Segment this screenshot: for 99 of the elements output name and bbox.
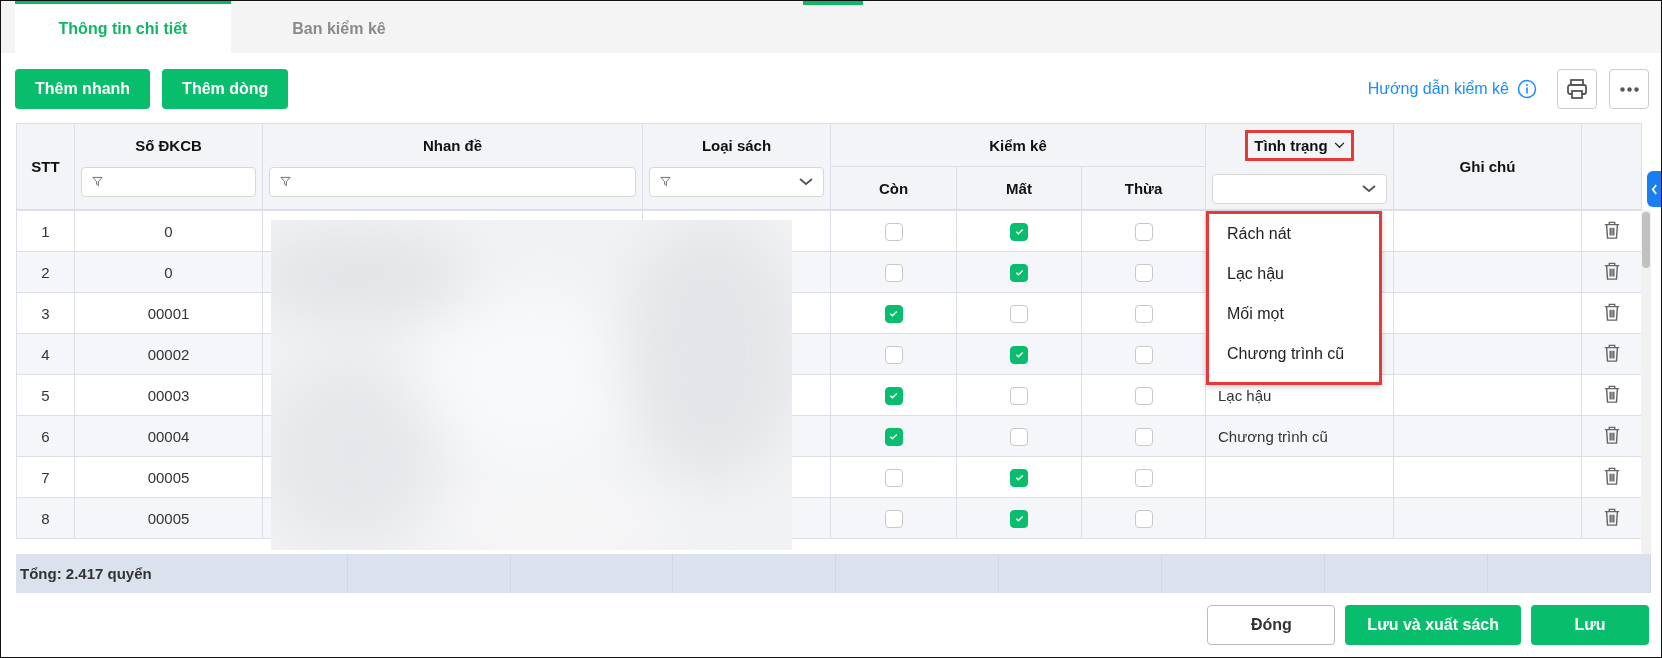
column-header: Ghi chú — [1459, 158, 1516, 175]
checkbox[interactable] — [884, 345, 903, 364]
printer-icon — [1565, 77, 1589, 101]
filter-icon — [280, 176, 291, 187]
tab[interactable]: Ban kiểm kê — [231, 1, 447, 53]
footer-button[interactable]: Lưu và xuất sách — [1345, 605, 1521, 645]
scrollbar-thumb[interactable] — [1642, 212, 1650, 268]
check-icon — [1013, 513, 1025, 524]
table-cell: 0 — [164, 222, 173, 240]
chevron-down-icon — [1333, 141, 1345, 149]
info-icon[interactable] — [1517, 79, 1537, 99]
column-header: Nhan đề — [422, 136, 483, 154]
print-button[interactable] — [1557, 69, 1597, 109]
trash-icon[interactable] — [1602, 301, 1621, 322]
table-cell: 3 — [41, 304, 50, 322]
table-cell: 00001 — [147, 304, 190, 322]
menu-item[interactable]: Lạc hậu — [1209, 258, 1379, 298]
table-cell: 00003 — [147, 386, 190, 404]
check-icon — [888, 308, 899, 319]
table-cell: 00005 — [147, 468, 190, 486]
menu-item[interactable]: Mối mọt — [1209, 298, 1379, 338]
table-cell: 5 — [41, 386, 50, 404]
collapse-tab[interactable] — [1647, 171, 1661, 207]
footer-button[interactable]: Lưu — [1531, 605, 1649, 645]
footer-button[interactable]: Đóng — [1207, 605, 1336, 645]
check-icon — [1013, 472, 1025, 483]
trash-icon[interactable] — [1602, 260, 1621, 281]
checkbox[interactable] — [1134, 345, 1153, 364]
checkbox[interactable] — [1134, 222, 1153, 241]
checkbox[interactable] — [884, 468, 903, 487]
checkbox[interactable] — [1134, 386, 1153, 405]
trash-icon[interactable] — [1602, 465, 1621, 486]
trash-icon[interactable] — [1602, 383, 1621, 404]
table-cell: 1 — [41, 222, 50, 240]
checkbox[interactable] — [1134, 509, 1153, 528]
trash-icon[interactable] — [1602, 506, 1621, 527]
chevron-down-icon — [1362, 184, 1376, 193]
checkbox[interactable] — [884, 222, 903, 241]
menu-item[interactable]: Chương trình cũ — [1209, 338, 1379, 378]
check-icon — [1013, 349, 1025, 360]
column-header: Mất — [1006, 179, 1032, 197]
chevron-left-icon — [1650, 183, 1658, 195]
filter-dropdown[interactable] — [649, 166, 824, 197]
filter-field[interactable] — [269, 166, 636, 197]
column-header: STT — [31, 158, 60, 175]
column-header-button[interactable]: Tình trạng — [1245, 129, 1354, 161]
check-icon — [888, 431, 899, 442]
checkbox[interactable] — [884, 386, 903, 405]
total-text: Tổng: 2.417 quyển — [20, 565, 152, 582]
check-icon — [1013, 226, 1025, 237]
trash-icon[interactable] — [1602, 219, 1621, 240]
checkbox[interactable] — [1134, 468, 1153, 487]
table-cell: 6 — [41, 427, 50, 445]
checkbox[interactable] — [1010, 345, 1028, 364]
trash-icon[interactable] — [1602, 342, 1621, 363]
column-header: Còn — [878, 179, 909, 197]
checkbox[interactable] — [1010, 386, 1028, 405]
checkbox[interactable] — [1134, 263, 1153, 282]
table-cell: Chương trình cũ — [1218, 427, 1328, 445]
table-cell: 4 — [41, 345, 50, 363]
column-header: Loại sách — [701, 136, 772, 154]
checkbox[interactable] — [1010, 468, 1028, 487]
help-link[interactable]: Hướng dẫn kiểm kê — [1367, 80, 1509, 98]
column-header: Kiểm kê — [989, 136, 1047, 154]
table-cell: 2 — [41, 263, 50, 281]
checkbox[interactable] — [1010, 509, 1028, 528]
check-icon — [888, 390, 899, 401]
checkbox[interactable] — [884, 304, 903, 323]
status-dropdown[interactable] — [1212, 173, 1387, 204]
filter-field[interactable] — [81, 166, 256, 197]
checkbox[interactable] — [884, 427, 903, 446]
add-button[interactable]: Thêm nhanh — [15, 69, 151, 109]
tab[interactable]: Thông tin chi tiết — [15, 1, 231, 53]
checkbox[interactable] — [1010, 304, 1028, 323]
table-cell: 0 — [164, 263, 173, 281]
trash-icon[interactable] — [1602, 424, 1621, 445]
more-icon — [1619, 86, 1639, 92]
checkbox[interactable] — [1134, 304, 1153, 323]
more-button[interactable] — [1609, 69, 1649, 109]
column-header: Thừa — [1124, 179, 1163, 197]
checkbox[interactable] — [884, 263, 903, 282]
check-icon — [1013, 267, 1025, 278]
add-button[interactable]: Thêm dòng — [162, 69, 289, 109]
table-cell: Lạc hậu — [1218, 386, 1272, 404]
column-header: Số ĐKCB — [135, 136, 202, 154]
checkbox[interactable] — [1134, 427, 1153, 446]
filter-icon — [660, 176, 671, 187]
menu-item[interactable]: Rách nát — [1209, 218, 1379, 258]
checkbox[interactable] — [1010, 222, 1028, 241]
checkbox[interactable] — [884, 509, 903, 528]
filter-icon — [92, 176, 103, 187]
checkbox[interactable] — [1010, 263, 1028, 282]
chevron-down-icon — [799, 177, 813, 186]
table-cell: 8 — [41, 509, 50, 527]
checkbox[interactable] — [1010, 427, 1028, 446]
table-cell: 00004 — [147, 427, 190, 445]
table-cell: 00005 — [147, 509, 190, 527]
table-cell: 7 — [41, 468, 50, 486]
table-cell: 00002 — [147, 345, 190, 363]
